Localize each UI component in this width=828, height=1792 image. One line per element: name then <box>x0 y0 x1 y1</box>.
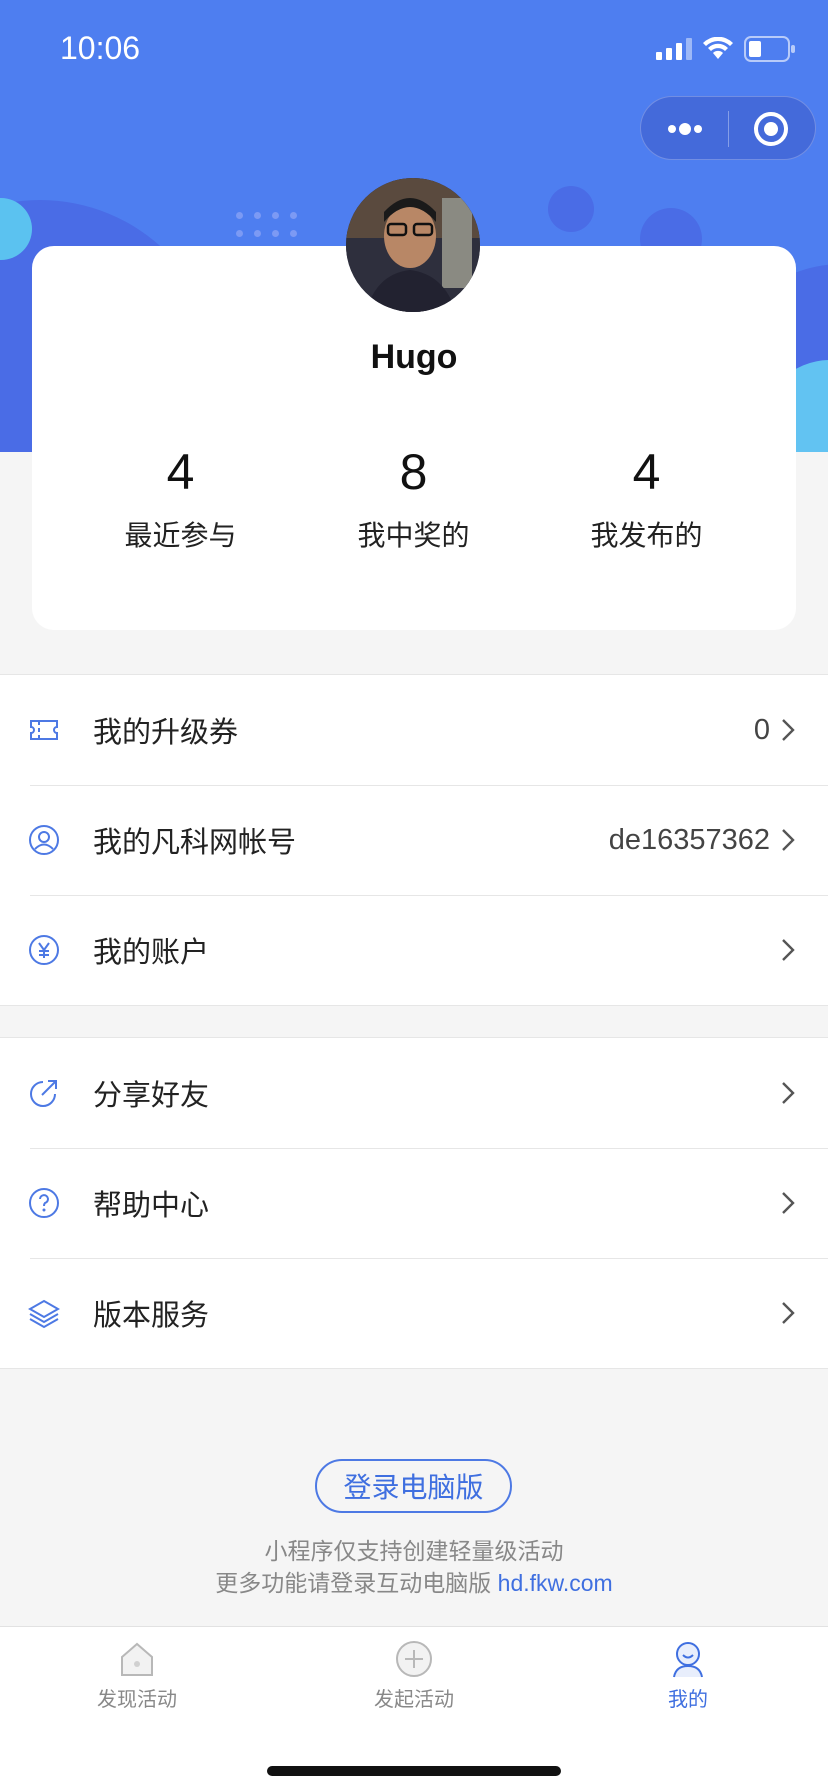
menu-item-fkw-account[interactable]: 我的凡科网帐号 de16357362 <box>0 785 828 895</box>
stat-label: 我发布的 <box>590 520 703 551</box>
menu-item-help-center[interactable]: 帮助中心 <box>0 1148 828 1258</box>
decor-dots <box>236 212 300 240</box>
stat-value: 8 <box>399 444 428 500</box>
more-icon[interactable] <box>665 119 705 139</box>
stat-label: 我中奖的 <box>357 520 470 551</box>
user-circle-icon <box>29 825 59 855</box>
chevron-right-icon <box>782 719 795 741</box>
stats-row: 4 最近参与 8 我中奖的 4 我发布的 <box>32 444 796 554</box>
avatar[interactable] <box>346 178 480 312</box>
menu-item-label: 分享好友 <box>93 1080 210 1112</box>
wifi-icon <box>703 37 733 59</box>
menu-item-version-service[interactable]: 版本服务 <box>0 1258 828 1368</box>
menu-item-my-account[interactable]: 我的账户 <box>0 895 828 1005</box>
stat-recent-participation[interactable]: 4 最近参与 <box>64 444 297 554</box>
close-miniprogram-icon[interactable] <box>753 111 789 147</box>
miniprogram-capsule <box>640 96 816 160</box>
menu-item-label: 版本服务 <box>93 1300 210 1332</box>
chevron-right-icon <box>782 1302 795 1324</box>
chevron-right-icon <box>782 1082 795 1104</box>
footer-note: 小程序仅支持创建轻量级活动 <box>264 1538 564 1564</box>
layers-icon <box>28 1299 60 1329</box>
yuan-icon <box>29 935 59 965</box>
menu-item-upgrade-coupons[interactable]: 我的升级券 0 <box>0 675 828 785</box>
help-icon <box>29 1188 59 1218</box>
home-indicator <box>267 1766 561 1776</box>
menu-item-value: de16357362 <box>608 823 770 856</box>
tab-create[interactable]: 发起活动 <box>354 1639 474 1712</box>
menu-group-general: 分享好友 帮助中心 版本服务 <box>0 1037 828 1369</box>
username: Hugo <box>370 338 458 376</box>
desktop-site-link[interactable]: hd.fkw.com <box>498 1570 613 1596</box>
tab-label: 发起活动 <box>374 1689 454 1711</box>
menu-item-label: 我的凡科网帐号 <box>93 827 297 859</box>
menu-item-value: 0 <box>753 713 770 746</box>
plus-circle-icon <box>396 1641 432 1677</box>
menu-group-account: 我的升级券 0 我的凡科网帐号 de16357362 我的账户 <box>0 674 828 1006</box>
menu-item-share-friends[interactable]: 分享好友 <box>0 1038 828 1148</box>
menu-item-label: 我的升级券 <box>93 717 239 749</box>
login-desktop-button[interactable]: 登录电脑版 <box>315 1459 512 1513</box>
chevron-right-icon <box>782 829 795 851</box>
avatar-photo <box>346 178 480 312</box>
home-icon <box>121 1642 153 1676</box>
stat-my-published[interactable]: 4 我发布的 <box>530 444 763 554</box>
chevron-right-icon <box>782 1192 795 1214</box>
tab-label: 我的 <box>668 1689 708 1711</box>
tab-mine[interactable]: 我的 <box>628 1639 748 1712</box>
stat-my-wins[interactable]: 8 我中奖的 <box>297 444 530 554</box>
menu-item-label: 帮助中心 <box>93 1190 210 1222</box>
stat-label: 最近参与 <box>124 520 237 551</box>
status-time: 10:06 <box>60 30 141 66</box>
stat-value: 4 <box>632 444 661 500</box>
menu-item-label: 我的账户 <box>93 937 210 969</box>
status-icons <box>656 34 796 64</box>
share-icon <box>30 1080 57 1107</box>
tab-label: 发现活动 <box>97 1689 177 1711</box>
signal-icon <box>656 38 692 60</box>
stat-value: 4 <box>166 444 195 500</box>
battery-icon <box>744 36 795 62</box>
tab-discover[interactable]: 发现活动 <box>77 1639 197 1712</box>
user-icon <box>673 1642 703 1678</box>
ticket-icon <box>30 720 58 740</box>
decor-circle <box>548 186 594 232</box>
footer-note-text: 更多功能请登录互动电脑版 <box>215 1570 498 1596</box>
chevron-right-icon <box>782 939 795 961</box>
footer-note-secondary: 更多功能请登录互动电脑版 hd.fkw.com <box>0 1564 828 1598</box>
